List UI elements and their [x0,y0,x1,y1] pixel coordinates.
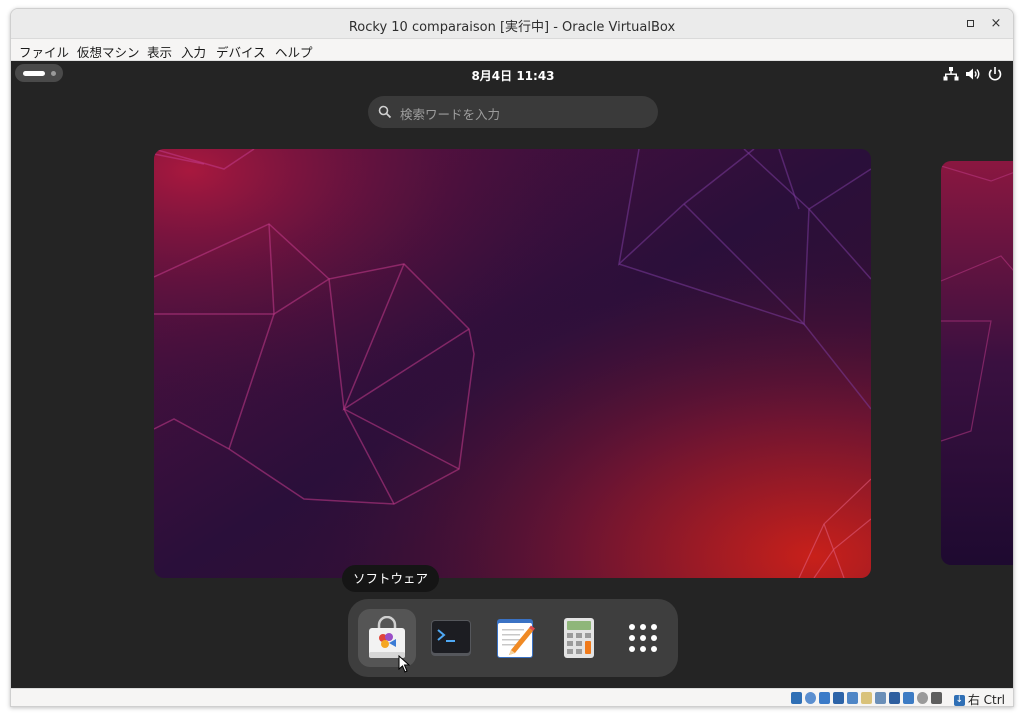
mouse-cursor-icon [398,655,410,673]
menu-devices[interactable]: デバイス [216,42,266,61]
dash-tooltip: ソフトウェア [342,565,440,592]
search-placeholder: 検索ワードを入力 [400,107,501,122]
close-button[interactable]: × [987,15,1005,33]
search-icon [378,105,392,119]
recording-icon[interactable] [889,692,900,704]
virtualbox-window: Rocky 10 comparaison [実行中] - Oracle Virt… [10,8,1014,707]
menu-machine[interactable]: 仮想マシン [77,42,140,61]
wallpaper-image-next [941,161,1013,565]
usb-icon[interactable] [847,692,858,704]
dash-item-terminal[interactable] [422,609,480,667]
system-tray[interactable] [943,66,1003,82]
workspace-thumbnail-current[interactable] [154,149,871,578]
menu-help[interactable]: ヘルプ [275,42,313,61]
power-icon [988,67,1002,81]
network-icon [943,67,959,81]
host-key-icon: ↓ [953,695,965,706]
menu-file[interactable]: ファイル [19,42,69,61]
host-key-indicator[interactable]: ↓ 右 Ctrl [953,691,1005,707]
network-adapter-icon[interactable] [833,692,844,704]
window-title: Rocky 10 comparaison [実行中] - Oracle Virt… [348,20,676,35]
maximize-icon [966,20,974,27]
wallpaper-image [154,149,871,578]
capture-icon[interactable] [903,692,914,704]
status-bar: ↓ 右 Ctrl [11,688,1013,707]
menu-input[interactable]: 入力 [181,42,206,61]
optical-drive-icon[interactable] [805,692,816,704]
mouse-integration-icon[interactable] [917,692,928,704]
title-bar[interactable]: Rocky 10 comparaison [実行中] - Oracle Virt… [11,9,1013,39]
search-field[interactable]: 検索ワードを入力 [368,96,658,128]
clock[interactable]: 8月4日 11:43 [11,67,1013,84]
volume-icon [966,68,980,80]
menu-view[interactable]: 表示 [147,42,172,61]
maximize-button[interactable] [961,15,979,33]
vm-display[interactable]: 8月4日 11:43 検索ワードを入力 ソフトウェア [11,61,1013,688]
terminal-icon [431,620,471,656]
dash-item-calculator[interactable] [550,609,608,667]
device-status-icons [791,692,951,706]
dash-item-text-editor[interactable] [486,609,544,667]
display-icon[interactable] [875,692,886,704]
app-grid-icon [629,624,657,652]
dash-item-app-grid[interactable] [614,609,672,667]
audio-icon[interactable] [819,692,830,704]
hard-disk-icon[interactable] [791,692,802,704]
menu-bar: ファイル 仮想マシン 表示 入力 デバイス ヘルプ [11,39,1013,61]
keyboard-icon[interactable] [931,692,942,704]
host-key-label: 右 Ctrl [967,693,1005,707]
workspace-thumbnail-next[interactable] [941,161,1013,565]
software-icon [369,616,405,658]
gnome-top-bar: 8月4日 11:43 [11,61,1013,87]
shared-folder-icon[interactable] [861,692,872,704]
text-editor-icon [497,619,535,658]
calculator-icon [564,618,594,658]
